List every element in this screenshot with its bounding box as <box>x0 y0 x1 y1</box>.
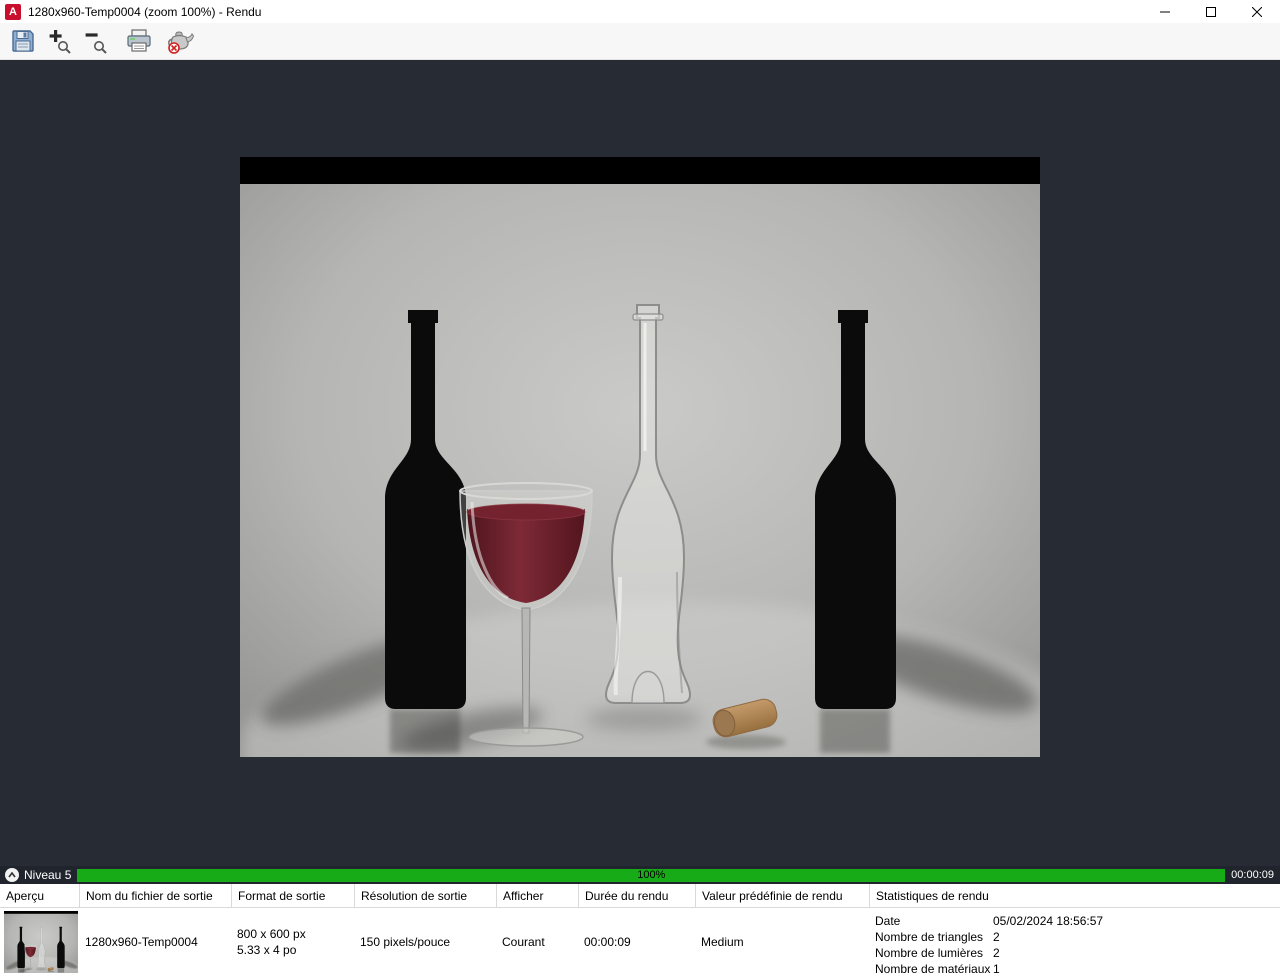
stat-value: 05/02/2024 18:56:57 <box>993 914 1104 928</box>
app-icon: A <box>5 3 21 20</box>
header-apercu: Aperçu <box>0 884 80 907</box>
cell-preset: Medium <box>701 935 744 949</box>
chevron-up-icon <box>8 872 16 878</box>
cell-statistics: Date 05/02/2024 18:56:57 Nombre de trian… <box>870 908 1280 976</box>
stat-label: Nombre de matériaux <box>875 962 991 976</box>
results-table-header: Aperçu Nom du fichier de sortie Format d… <box>0 884 1280 908</box>
header-statistiques: Statistiques de rendu <box>876 888 989 903</box>
header-resolution: Résolution de sortie <box>355 884 497 907</box>
cell-apercu <box>0 908 80 976</box>
stat-label: Date <box>875 914 901 928</box>
zoom-out-button[interactable] <box>78 25 112 57</box>
print-icon <box>127 29 151 52</box>
progress-percent: 100% <box>637 869 666 881</box>
window-title: 1280x960-Temp0004 (zoom 100%) - Rendu <box>28 4 262 19</box>
header-duree: Durée du rendu <box>579 884 696 907</box>
stat-value: 2 <box>993 946 1000 960</box>
maximize-button[interactable] <box>1188 0 1234 23</box>
stat-label: Nombre de triangles <box>875 930 984 944</box>
cell-duration: 00:00:09 <box>584 935 631 949</box>
cell-format: 800 x 600 px 5.33 x 4 po <box>232 908 355 976</box>
progress-time: 00:00:09 <box>1231 869 1274 881</box>
zoom-out-icon <box>85 33 107 54</box>
collapse-progress-button[interactable] <box>5 868 19 882</box>
render-scene <box>240 157 1040 757</box>
close-icon <box>1252 6 1262 17</box>
render-viewport <box>0 60 1280 866</box>
zoom-in-icon <box>49 30 71 54</box>
format-pixels: 800 x 600 px <box>237 927 306 941</box>
save-button[interactable] <box>6 25 40 57</box>
header-format: Format de sortie <box>232 884 355 907</box>
header-afficher: Afficher <box>497 884 579 907</box>
titlebar: A 1280x960-Temp0004 (zoom 100%) - Rendu <box>0 0 1280 23</box>
minimize-button[interactable] <box>1142 0 1188 23</box>
progress-level-label: Niveau 5 <box>24 868 72 882</box>
format-inches: 5.33 x 4 po <box>237 943 297 957</box>
minimize-icon <box>1160 11 1170 12</box>
zoom-in-button[interactable] <box>42 25 76 57</box>
cell-file-name: 1280x960-Temp0004 <box>85 935 198 949</box>
close-button[interactable] <box>1234 0 1280 23</box>
thumbnail-scene <box>4 911 78 973</box>
print-button[interactable] <box>122 25 156 57</box>
abort-render-button[interactable] <box>164 25 198 57</box>
stat-value: 2 <box>993 930 1000 944</box>
app-window: A 1280x960-Temp0004 (zoom 100%) - Rendu <box>0 0 1280 976</box>
teapot-icon <box>168 31 195 54</box>
window-controls <box>1142 0 1280 23</box>
rendered-image <box>240 157 1040 757</box>
table-row[interactable]: 1280x960-Temp0004 800 x 600 px 5.33 x 4 … <box>0 908 1280 976</box>
cell-afficher: Courant <box>502 935 545 949</box>
cell-resolution: 150 pixels/pouce <box>360 935 451 949</box>
header-nom-fichier: Nom du fichier de sortie <box>80 884 232 907</box>
header-preset: Valeur prédéfinie de rendu <box>696 884 870 907</box>
progress-bar: 100% <box>77 868 1226 882</box>
render-thumbnail <box>4 911 78 973</box>
stat-label: Nombre de lumières <box>875 946 984 960</box>
stat-value: 1 <box>993 962 1000 976</box>
toolbar <box>0 23 1280 60</box>
render-statistics: Date 05/02/2024 18:56:57 Nombre de trian… <box>875 913 1103 976</box>
maximize-icon <box>1206 6 1216 17</box>
progress-row: Niveau 5 100% 00:00:09 <box>0 866 1280 884</box>
save-icon <box>12 30 34 52</box>
